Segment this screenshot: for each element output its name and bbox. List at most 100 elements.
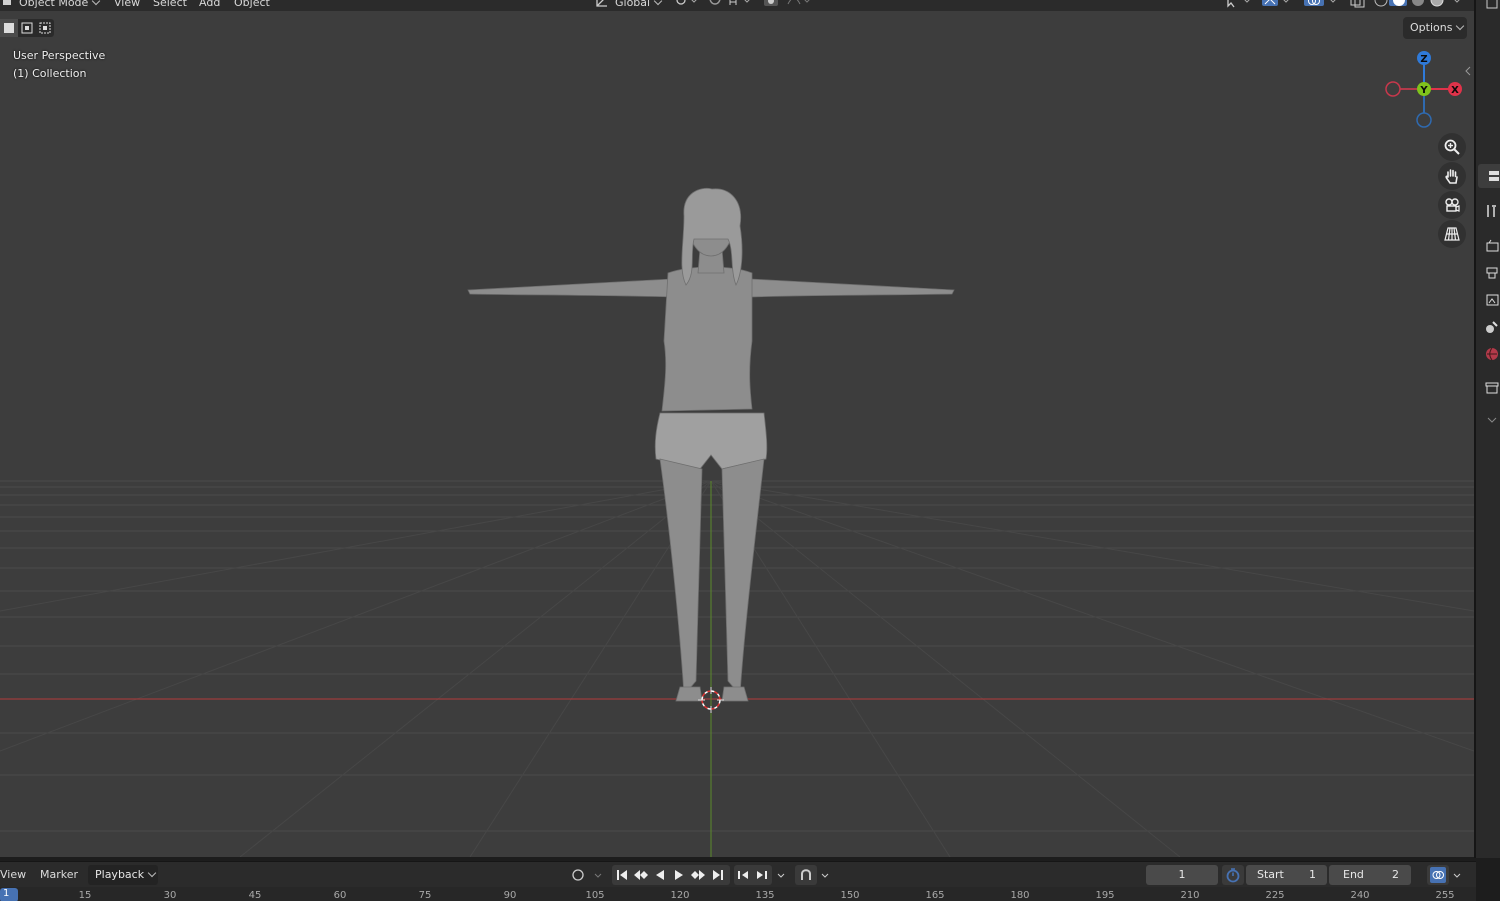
timeline-overlays-toggle[interactable] — [1427, 865, 1449, 885]
zoom-button[interactable] — [1438, 133, 1466, 161]
ruler-tick: 105 — [585, 890, 605, 901]
3d-viewport[interactable]: User Perspective (1) Collection Options … — [0, 11, 1474, 857]
next-marker-icon[interactable] — [754, 867, 770, 883]
properties-tab-strip — [1474, 0, 1500, 858]
ruler-tick: 150 — [840, 890, 860, 901]
menu-object[interactable]: Object — [234, 0, 270, 10]
camera-view-button[interactable] — [1438, 191, 1466, 219]
xray-toggle-icon[interactable] — [1350, 0, 1366, 10]
view-layer-icon[interactable] — [1484, 292, 1500, 308]
play-reverse-icon[interactable] — [652, 867, 668, 883]
wrench-icon[interactable] — [1484, 203, 1500, 219]
auto-keying-icon[interactable] — [570, 867, 586, 883]
tab-active-tool[interactable] — [1478, 164, 1500, 188]
chevron-down-icon[interactable] — [1484, 412, 1500, 428]
playback-dropdown[interactable]: Playback — [88, 865, 158, 885]
chevron-down-icon[interactable] — [1449, 867, 1465, 883]
overlays-icon — [1430, 867, 1446, 883]
chevron-down-icon[interactable] — [590, 867, 606, 883]
start-value: 1 — [1309, 868, 1316, 881]
select-extend-icon — [21, 22, 33, 34]
select-extend-button[interactable] — [18, 19, 36, 37]
neg-x-axis-handle[interactable] — [1385, 81, 1401, 97]
timeline-menu-view[interactable]: View — [0, 868, 26, 881]
render-icon[interactable] — [1484, 238, 1500, 254]
prev-marker-icon[interactable] — [735, 867, 751, 883]
timeline-menu-marker[interactable]: Marker — [40, 868, 78, 881]
ruler-tick: 255 — [1435, 890, 1455, 901]
menu-view[interactable]: View — [114, 0, 140, 10]
proportional-editing-icon[interactable] — [764, 0, 810, 10]
chevron-down-icon — [1456, 21, 1465, 31]
magnet-icon — [801, 869, 811, 880]
hand-icon — [1445, 169, 1458, 184]
timeline-header: View Marker Playback 1 Start 1 End 2 — [0, 861, 1476, 887]
ruler-tick: 165 — [925, 890, 945, 901]
pivot-point-icon[interactable] — [675, 0, 697, 10]
neg-z-axis-handle[interactable] — [1416, 112, 1432, 128]
editor-type-icon[interactable] — [1484, 0, 1500, 12]
ruler-tick: 210 — [1180, 890, 1200, 901]
chevron-down-icon[interactable] — [773, 867, 789, 883]
snap-icon[interactable] — [708, 0, 750, 10]
ruler-tick: 90 — [503, 890, 517, 901]
pan-button[interactable] — [1438, 162, 1466, 190]
chevron-down-icon — [92, 0, 101, 6]
object-mode-dropdown[interactable]: Object Mode — [19, 0, 101, 10]
select-new-button[interactable] — [0, 19, 18, 37]
menu-add[interactable]: Add — [199, 0, 220, 10]
scene-icon[interactable] — [1484, 319, 1500, 335]
perspective-label: User Perspective — [13, 49, 106, 62]
end-value: 2 — [1392, 868, 1399, 881]
prev-keyframe-icon[interactable] — [633, 867, 649, 883]
options-dropdown[interactable]: Options — [1403, 17, 1467, 39]
shading-mode-icons[interactable] — [1372, 0, 1460, 10]
collection-label: (1) Collection — [13, 67, 87, 80]
playback-label: Playback — [95, 868, 145, 881]
ruler-tick: 30 — [163, 890, 177, 901]
jump-start-icon[interactable] — [614, 867, 630, 883]
ruler-tick: 45 — [248, 890, 262, 901]
transform-orientation-dropdown[interactable]: Global — [615, 0, 663, 10]
select-subtract-icon — [39, 22, 51, 34]
select-new-icon — [4, 23, 14, 33]
selectability-icon[interactable] — [1226, 0, 1250, 10]
options-label: Options — [1410, 21, 1453, 34]
end-label: End — [1343, 868, 1364, 881]
stopwatch-icon — [1226, 868, 1240, 883]
ruler-tick: 225 — [1265, 890, 1285, 901]
gizmo-toggle-icon[interactable] — [1262, 0, 1289, 10]
chevron-down-icon — [653, 0, 663, 6]
menu-select[interactable]: Select — [153, 0, 187, 10]
snap-toggle[interactable] — [795, 865, 817, 885]
camera-icon — [1445, 198, 1460, 212]
chevron-down-icon — [147, 868, 157, 878]
jump-end-icon[interactable] — [710, 867, 726, 883]
viewport-header: Object Mode View Select Add Object Globa… — [0, 0, 1476, 11]
grid-perspective-icon — [1444, 227, 1460, 241]
end-frame-field[interactable]: End 2 — [1329, 865, 1411, 885]
select-subtract-button[interactable] — [36, 19, 54, 37]
ruler-tick: 240 — [1350, 890, 1370, 901]
output-icon[interactable] — [1484, 265, 1500, 281]
ruler-tick: 180 — [1010, 890, 1030, 901]
play-icon[interactable] — [671, 867, 687, 883]
select-mode-buttons — [0, 19, 54, 37]
viewport-scene — [0, 187, 1474, 857]
object-mode-label: Object Mode — [19, 0, 89, 9]
toggle-perspective-button[interactable] — [1438, 220, 1466, 248]
start-label: Start — [1257, 868, 1284, 881]
preview-range-toggle[interactable] — [1222, 865, 1244, 885]
ruler-tick: 120 — [670, 890, 690, 901]
collection-icon[interactable] — [1484, 380, 1500, 396]
current-frame-indicator[interactable]: 1 — [0, 888, 18, 901]
object-mode-icon — [2, 0, 18, 10]
current-frame-field[interactable]: 1 — [1146, 865, 1218, 885]
chevron-down-icon[interactable] — [817, 867, 833, 883]
timeline-ruler[interactable]: 1 15 30 45 60 75 90 105 120 135 150 165 … — [0, 887, 1476, 901]
world-icon[interactable] — [1484, 346, 1500, 362]
start-frame-field[interactable]: Start 1 — [1246, 865, 1327, 885]
next-keyframe-icon[interactable] — [690, 867, 706, 883]
overlays-toggle-icon[interactable] — [1304, 0, 1336, 10]
navigation-gizmo[interactable]: Z X Y — [1380, 47, 1470, 131]
